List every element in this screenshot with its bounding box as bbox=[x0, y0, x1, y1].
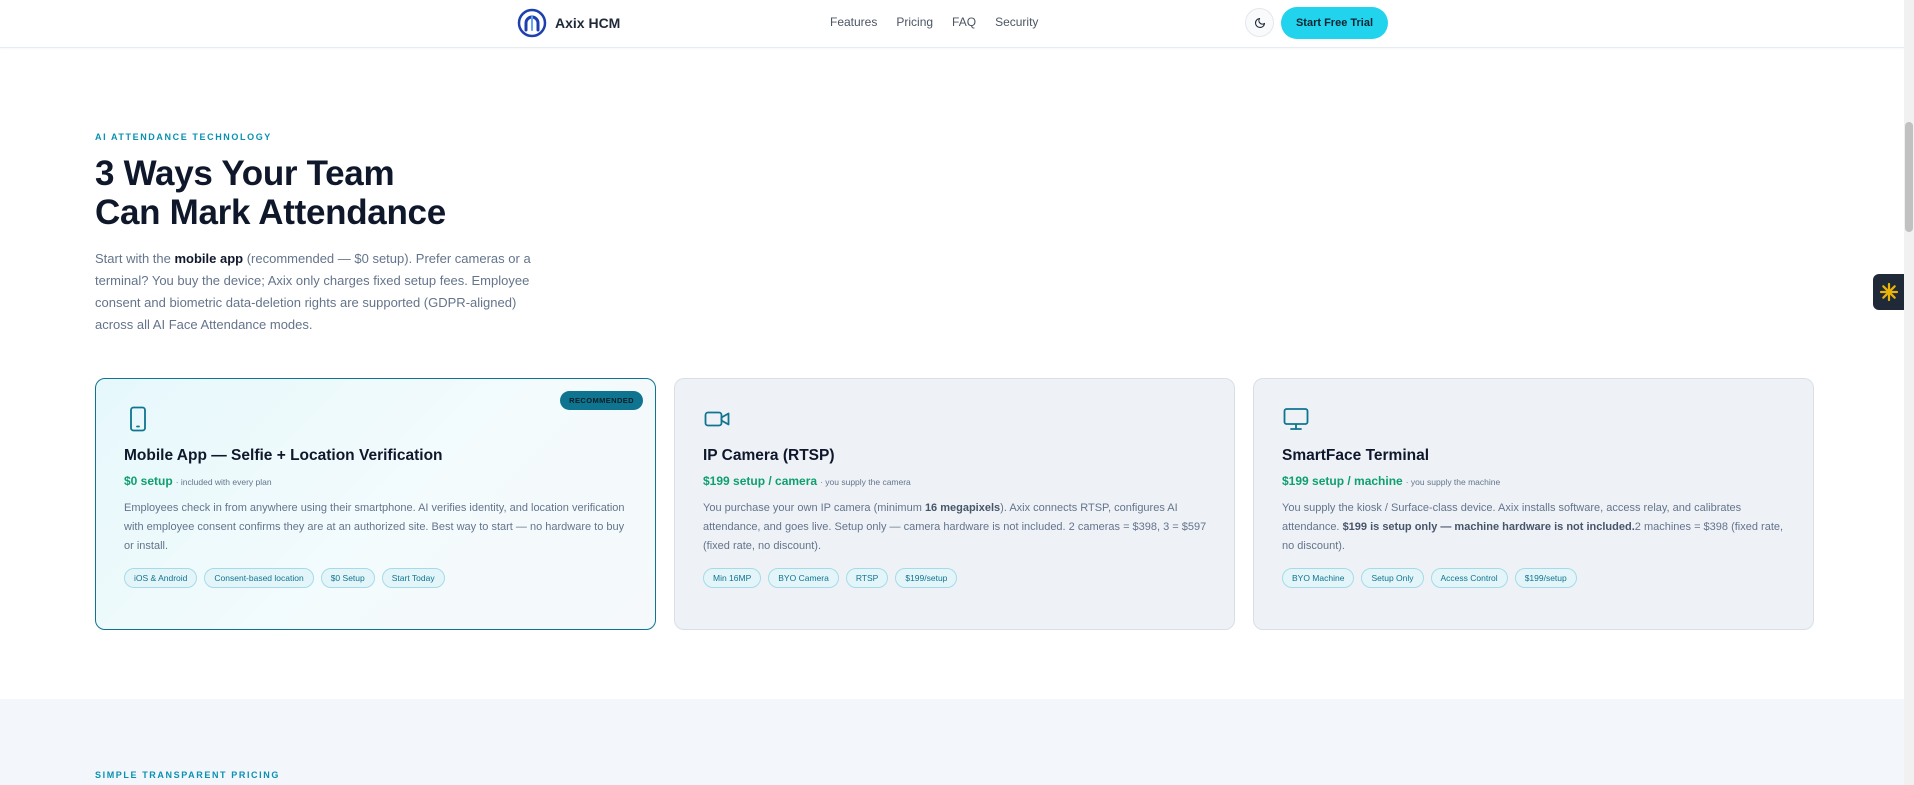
hero-desc-pre: Start with the bbox=[95, 251, 175, 266]
hero-section: AI ATTENDANCE TECHNOLOGY 3 Ways Your Tea… bbox=[95, 132, 555, 336]
monitor-icon bbox=[1283, 408, 1309, 430]
theme-toggle-button[interactable] bbox=[1245, 8, 1274, 37]
smartphone-icon bbox=[130, 406, 146, 432]
brand[interactable]: Axix HCM bbox=[517, 8, 620, 38]
nav-link-pricing[interactable]: Pricing bbox=[896, 15, 933, 29]
hero-title-line-1: 3 Ways Your Team bbox=[95, 154, 395, 193]
nav-links: Features Pricing FAQ Security bbox=[830, 15, 1038, 29]
card-title: SmartFace Terminal bbox=[1282, 447, 1430, 464]
card-title: IP Camera (RTSP) bbox=[703, 447, 835, 464]
card-mobile-app[interactable]: RECOMMENDED Mobile App — Selfie + Locati… bbox=[95, 378, 656, 630]
tag: $199/setup bbox=[895, 568, 958, 588]
recommended-badge: RECOMMENDED bbox=[560, 391, 643, 410]
card-price: $199 setup / camera bbox=[703, 474, 818, 488]
video-camera-icon bbox=[704, 411, 730, 427]
attendance-method-cards: RECOMMENDED Mobile App — Selfie + Locati… bbox=[95, 378, 1814, 630]
hero-title: 3 Ways Your Team Can Mark Attendance bbox=[95, 154, 555, 232]
tag: BYO Camera bbox=[768, 568, 839, 588]
card-price: $199 setup / machine bbox=[1282, 474, 1403, 488]
nav-link-security[interactable]: Security bbox=[995, 15, 1038, 29]
card-ip-camera[interactable]: IP Camera (RTSP) $199 setup / camera · y… bbox=[674, 378, 1235, 630]
start-free-trial-button[interactable]: Start Free Trial bbox=[1281, 7, 1388, 39]
hero-description: Start with the mobile app (recommended —… bbox=[95, 248, 555, 336]
nav-link-faq[interactable]: FAQ bbox=[952, 15, 976, 29]
price-line: $199 setup / camera · you supply the cam… bbox=[703, 474, 1206, 488]
card-description: You purchase your own IP camera (minimum… bbox=[703, 499, 1208, 556]
card-price-note: · you supply the camera bbox=[820, 477, 911, 487]
top-nav: Axix HCM Features Pricing FAQ Security S… bbox=[0, 0, 1904, 48]
card-desc-strong: $199 is setup only — machine hardware is… bbox=[1342, 521, 1635, 533]
price-line: $199 setup / machine · you supply the ma… bbox=[1282, 474, 1785, 488]
price-line: $0 setup · included with every plan bbox=[124, 474, 627, 488]
tag: $0 Setup bbox=[320, 568, 375, 588]
card-description: You supply the kiosk / Surface-class dev… bbox=[1282, 499, 1787, 556]
arch-logo-icon bbox=[517, 8, 547, 38]
tag: RTSP bbox=[845, 568, 889, 588]
card-price-note: · you supply the machine bbox=[1405, 477, 1501, 487]
hero-eyebrow: AI ATTENDANCE TECHNOLOGY bbox=[95, 132, 272, 142]
scrollbar-thumb[interactable] bbox=[1905, 122, 1913, 232]
hero-title-line-2: Can Mark Attendance bbox=[95, 193, 446, 232]
tag: Setup Only bbox=[1361, 568, 1424, 588]
tag: Access Control bbox=[1430, 568, 1508, 588]
card-desc-part-a: You purchase your own IP camera (minimum bbox=[703, 502, 925, 514]
card-desc-strong: 16 megapixels bbox=[924, 502, 1001, 514]
page-scrollbar[interactable] bbox=[1904, 0, 1914, 785]
card-tags: iOS & Android Consent-based location $0 … bbox=[124, 568, 627, 588]
floating-widget-button[interactable] bbox=[1873, 274, 1904, 310]
card-price-note: · included with every plan bbox=[175, 477, 272, 487]
pricing-section: SIMPLE TRANSPARENT PRICING bbox=[0, 699, 1904, 785]
card-tags: BYO Machine Setup Only Access Control $1… bbox=[1282, 568, 1785, 588]
hero-desc-strong: mobile app bbox=[174, 251, 244, 266]
tag: Consent-based location bbox=[204, 568, 314, 588]
card-tags: Min 16MP BYO Camera RTSP $199/setup bbox=[703, 568, 1206, 588]
brand-name: Axix HCM bbox=[555, 15, 621, 31]
tag: $199/setup bbox=[1514, 568, 1577, 588]
pricing-eyebrow: SIMPLE TRANSPARENT PRICING bbox=[95, 770, 280, 780]
card-smartface-terminal[interactable]: SmartFace Terminal $199 setup / machine … bbox=[1253, 378, 1814, 630]
tag: Start Today bbox=[381, 568, 445, 588]
card-description: Employees check in from anywhere using t… bbox=[124, 502, 625, 552]
moon-icon bbox=[1254, 17, 1265, 28]
tag: BYO Machine bbox=[1282, 568, 1355, 588]
nav-link-features[interactable]: Features bbox=[830, 15, 877, 29]
card-price: $0 setup bbox=[124, 474, 173, 488]
sparkle-icon bbox=[1879, 282, 1898, 302]
tag: iOS & Android bbox=[124, 568, 198, 588]
card-title: Mobile App — Selfie + Location Verificat… bbox=[124, 447, 443, 464]
tag: Min 16MP bbox=[703, 568, 762, 588]
